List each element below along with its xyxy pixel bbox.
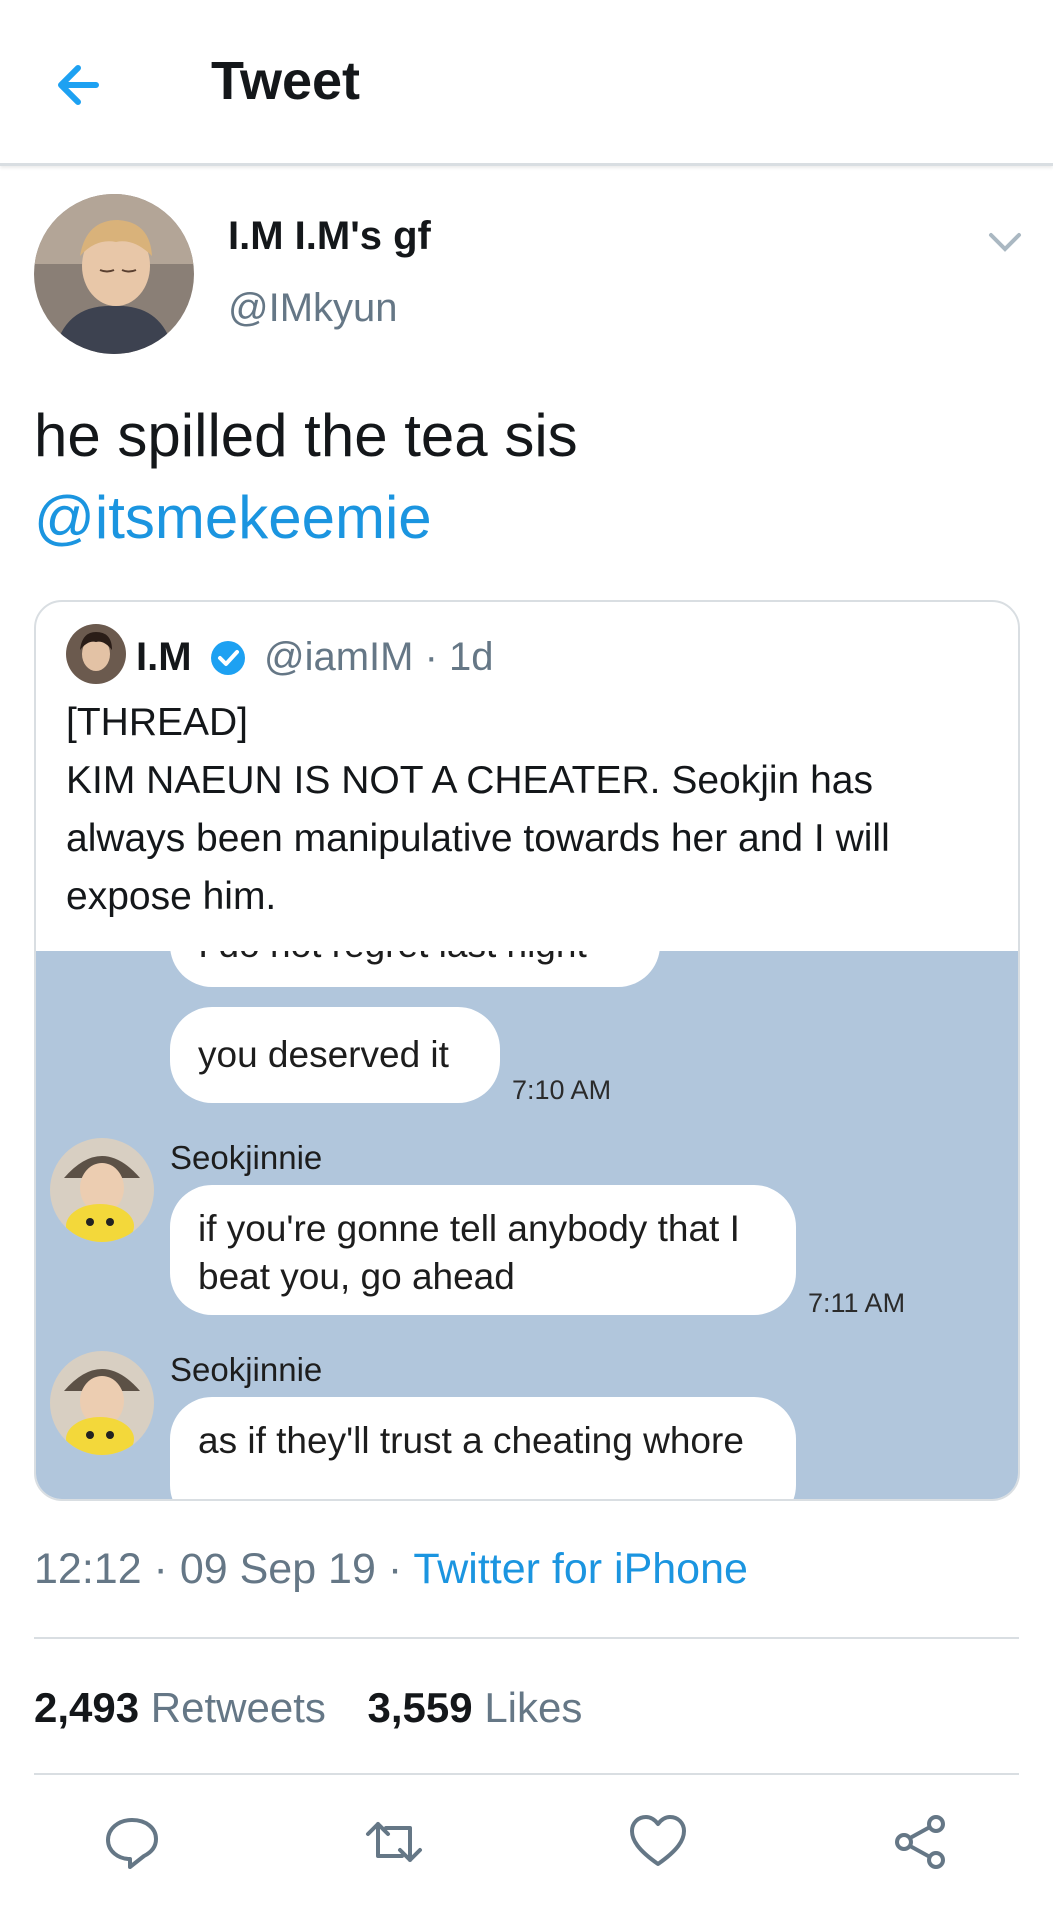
reply-icon[interactable] (102, 1812, 162, 1872)
like-icon[interactable] (628, 1812, 688, 1872)
chat-bubble: I do not regret last night (170, 951, 660, 987)
retweet-icon[interactable] (364, 1812, 424, 1872)
engagement-stats: 2,493 Retweets 3,559 Likes (34, 1684, 612, 1732)
retweets-label: Retweets (150, 1684, 326, 1731)
tweet-body: he spilled the tea sis (34, 402, 578, 469)
tweet-timestamp: 12:12 · 09 Sep 19 · Twitter for iPhone (34, 1545, 748, 1594)
quoted-author-name: I.M (136, 635, 192, 679)
chat-avatar (50, 1351, 154, 1455)
mention-link[interactable]: @itsmekeemie (34, 477, 1014, 559)
tweet-text: he spilled the tea sis @itsmekeemie (34, 395, 1014, 559)
top-bar: Tweet (0, 0, 1053, 166)
divider (34, 1637, 1019, 1639)
page-title: Tweet (211, 51, 361, 111)
quoted-avatar (66, 624, 126, 684)
likes-count: 3,559 (367, 1684, 473, 1731)
message-time: 7:10 AM (512, 1075, 612, 1105)
chevron-down-icon[interactable] (985, 225, 1025, 257)
chat-screenshot-image[interactable]: I do not regret last night you deserved … (36, 951, 1018, 1499)
retweets-count: 2,493 (34, 1684, 140, 1731)
avatar[interactable] (34, 194, 194, 354)
likes-stat[interactable]: 3,559 Likes (368, 1684, 583, 1731)
quoted-tweet-text: [THREAD] KIM NAEUN IS NOT A CHEATER. Seo… (66, 701, 890, 918)
quoted-handle-time: @iamIM · 1d (264, 635, 494, 679)
share-icon[interactable] (890, 1812, 950, 1872)
chat-bubble: as if they'll trust a cheating whore (170, 1397, 796, 1499)
likes-label: Likes (484, 1684, 583, 1731)
divider (34, 1773, 1019, 1775)
sender-name: Seokjinnie (170, 1139, 323, 1176)
chat-bubble: if you're gonne tell anybody that I beat… (170, 1185, 796, 1315)
retweets-stat[interactable]: 2,493 Retweets (34, 1684, 326, 1731)
arrow-left-icon[interactable] (50, 55, 110, 115)
quoted-tweet-card[interactable]: I.M @iamIM · 1d [THREAD] KIM NAEUN IS NO… (34, 600, 1020, 1501)
verified-badge-icon (211, 641, 245, 675)
source-link[interactable]: Twitter for iPhone (413, 1545, 748, 1593)
chat-avatar (50, 1138, 154, 1242)
message-time: 7:11 AM (808, 1288, 906, 1318)
author-display-name[interactable]: I.M I.M's gf (228, 214, 431, 259)
sender-name: Seokjinnie (170, 1351, 323, 1388)
chat-bubble: you deserved it (170, 1007, 500, 1103)
tweet-time: 12:12 · 09 Sep 19 · (34, 1545, 414, 1593)
author-handle[interactable]: @IMkyun (228, 286, 398, 331)
